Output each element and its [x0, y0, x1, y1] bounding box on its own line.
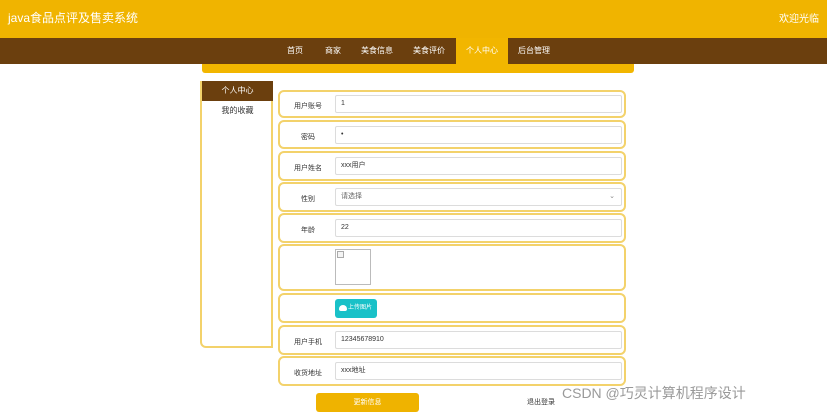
password-label: 密码 — [301, 134, 315, 141]
sidebar-item-personal-center[interactable]: 个人中心 — [202, 81, 273, 101]
upload-button-label: 上传图片 — [348, 305, 373, 311]
nav-merchants[interactable]: 商家 — [318, 38, 348, 64]
chevron-down-icon: ⌄ — [609, 193, 615, 200]
phone-label: 用户手机 — [294, 339, 322, 346]
name-field[interactable]: xxx用户 — [335, 157, 622, 175]
gender-select[interactable]: 请选择 ⌄ — [335, 188, 622, 206]
age-field[interactable]: 22 — [335, 219, 622, 237]
main-nav: 首页 商家 美食信息 美食评价 个人中心 后台管理 — [0, 38, 827, 64]
gender-label: 性别 — [301, 196, 315, 203]
password-field[interactable]: • — [335, 126, 622, 144]
avatar-image — [335, 249, 371, 285]
cloud-upload-icon — [339, 305, 347, 311]
nav-food-info[interactable]: 美食信息 — [355, 38, 399, 64]
csdn-watermark: CSDN @巧灵计算机程序设计 — [562, 385, 746, 401]
form-row-password: 密码 • — [278, 120, 626, 149]
nav-food-reviews[interactable]: 美食评价 — [407, 38, 451, 64]
app-title: java食品点评及售卖系统 — [8, 11, 139, 25]
sidebar: 个人中心 我的收藏 — [200, 81, 273, 348]
sidebar-item-favorites[interactable]: 我的收藏 — [202, 101, 273, 121]
account-field[interactable]: 1 — [335, 95, 622, 113]
form-row-age: 年龄 22 — [278, 213, 626, 243]
form-row-avatar — [278, 244, 626, 291]
top-header: java食品点评及售卖系统 欢迎光临 — [0, 0, 827, 38]
form-row-gender: 性别 请选择 ⌄ — [278, 182, 626, 212]
age-label: 年龄 — [301, 227, 315, 234]
name-label: 用户姓名 — [294, 165, 322, 172]
nav-admin[interactable]: 后台管理 — [512, 38, 556, 64]
gender-select-value: 请选择 — [341, 193, 362, 200]
nav-home[interactable]: 首页 — [278, 38, 312, 64]
broken-image-icon — [337, 251, 344, 258]
account-label: 用户账号 — [294, 103, 322, 110]
sub-header-bar — [202, 64, 634, 73]
form-row-address: 收货地址 xxx地址 — [278, 356, 626, 386]
phone-field[interactable]: 12345678910 — [335, 331, 622, 349]
welcome-text: 欢迎光临 — [779, 14, 819, 25]
form-row-account: 用户账号 1 — [278, 90, 626, 118]
update-info-button[interactable]: 更新信息 — [316, 393, 419, 412]
form-row-phone: 用户手机 12345678910 — [278, 325, 626, 355]
upload-image-button[interactable]: 上传图片 — [335, 299, 377, 318]
form-row-name: 用户姓名 xxx用户 — [278, 151, 626, 181]
address-field[interactable]: xxx地址 — [335, 362, 622, 380]
form-row-upload: 上传图片 — [278, 293, 626, 323]
address-label: 收货地址 — [294, 370, 322, 377]
logout-link[interactable]: 退出登录 — [527, 397, 555, 407]
nav-personal-center[interactable]: 个人中心 — [456, 38, 508, 64]
